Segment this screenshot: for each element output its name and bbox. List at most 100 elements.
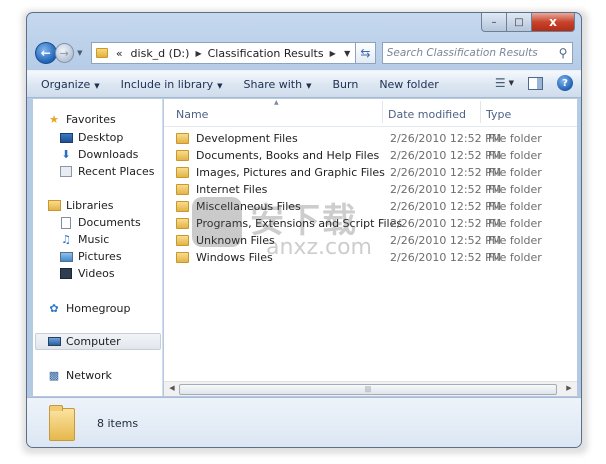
file-type: File folder (488, 166, 542, 179)
explorer-window: – □ x ← → ▼ « disk_d (D:) ▶ Classificati… (26, 12, 582, 448)
organize-menu[interactable]: Organize ▼ (41, 78, 100, 91)
folder-icon (176, 218, 189, 229)
minimize-button[interactable]: – (481, 13, 507, 32)
nav-item-recent-places[interactable]: Recent Places (59, 163, 155, 180)
preview-pane-icon[interactable] (528, 76, 543, 90)
folder-icon (49, 405, 75, 441)
star-icon: ★ (49, 113, 59, 126)
search-input[interactable]: Search Classification Results ⚲ (381, 42, 573, 64)
file-name[interactable]: Development Files (196, 132, 390, 145)
chevron-down-icon: ▼ (217, 81, 223, 90)
breadcrumb-disk[interactable]: disk_d (D:) (127, 47, 194, 60)
nav-favorites[interactable]: ★ Favorites (47, 111, 116, 128)
file-type: File folder (488, 251, 542, 264)
file-name[interactable]: Internet Files (196, 183, 390, 196)
nav-computer[interactable]: Computer (35, 333, 161, 350)
breadcrumb-current[interactable]: Classification Results (204, 47, 328, 60)
nav-item-documents[interactable]: Documents (59, 214, 141, 231)
forward-button[interactable]: → (54, 43, 75, 63)
nav-item-pictures[interactable]: Pictures (59, 248, 122, 265)
file-name[interactable]: Windows Files (196, 251, 390, 264)
file-row[interactable]: Images, Pictures and Graphic Files 2/26/2… (176, 164, 542, 181)
column-header-name[interactable]: Name (176, 108, 208, 121)
videos-icon (59, 268, 73, 280)
help-icon[interactable]: ? (557, 75, 573, 91)
column-header-date[interactable]: Date modified (388, 108, 466, 121)
file-type: File folder (488, 132, 542, 145)
arrow-left-icon: ← (40, 46, 51, 60)
nav-homegroup[interactable]: ✿ Homegroup (47, 300, 130, 317)
search-icon[interactable]: ⚲ (554, 46, 572, 60)
file-name[interactable]: Images, Pictures and Graphic Files (196, 166, 390, 179)
file-list: Name ▲ Date modified Type Development Fi… (164, 99, 577, 396)
caption-buttons: – □ x (481, 13, 575, 32)
library-icon (47, 200, 61, 212)
address-bar[interactable]: « disk_d (D:) ▶ Classification Results ▶… (90, 42, 357, 64)
recent-pages-dropdown[interactable]: ▼ (77, 49, 87, 57)
pictures-icon (59, 251, 73, 263)
file-date: 2/26/2010 12:52 PM (390, 132, 502, 145)
refresh-icon: ⇆ (360, 46, 371, 60)
folder-icon (176, 133, 189, 144)
views-icon[interactable]: ☰ (495, 76, 506, 90)
nav-item-videos[interactable]: Videos (59, 265, 115, 282)
navigation-pane: ★ Favorites Desktop ⬇ Downloads Recent Pla… (33, 99, 163, 396)
search-placeholder: Search Classification Results (386, 47, 538, 59)
views-dropdown-icon[interactable]: ▼ (509, 79, 514, 87)
file-row[interactable]: Miscellaneous Files 2/26/2010 12:52 PM Fil… (176, 198, 542, 215)
nav-item-desktop[interactable]: Desktop (59, 129, 123, 146)
folder-icon (95, 48, 108, 58)
file-date: 2/26/2010 12:52 PM (390, 234, 502, 247)
scroll-left-icon[interactable]: ◀ (166, 384, 178, 395)
address-row: ← → ▼ « disk_d (D:) ▶ Classification Res… (35, 40, 573, 66)
file-name[interactable]: Miscellaneous Files (196, 200, 390, 213)
nav-item-downloads[interactable]: ⬇ Downloads (59, 146, 138, 163)
include-in-library-menu[interactable]: Include in library ▼ (121, 78, 223, 91)
scroll-right-icon[interactable]: ▶ (563, 384, 575, 395)
share-with-menu[interactable]: Share with ▼ (244, 78, 312, 91)
details-pane: 8 items (27, 397, 581, 447)
item-count: 8 items (97, 417, 139, 430)
maximize-button[interactable]: □ (507, 13, 532, 32)
new-folder-button[interactable]: New folder (379, 78, 438, 91)
file-row[interactable]: Windows Files 2/26/2010 12:52 PM File fold… (176, 249, 542, 266)
column-divider[interactable] (382, 101, 383, 123)
file-row[interactable]: Programs, Extensions and Script Files 2/2… (176, 215, 542, 232)
scrollbar-thumb[interactable]: ||| (179, 384, 557, 395)
column-divider[interactable] (480, 101, 481, 123)
network-icon: ▩ (48, 369, 60, 382)
document-icon (59, 216, 73, 229)
address-dropdown-icon[interactable]: ▼ (339, 49, 355, 58)
column-header-type[interactable]: Type (486, 108, 511, 121)
refresh-button[interactable]: ⇆ (356, 42, 376, 64)
file-row[interactable]: Documents, Books and Help Files 2/26/2010… (176, 147, 542, 164)
file-row[interactable]: Development Files 2/26/2010 12:52 PM File … (176, 130, 542, 147)
nav-libraries[interactable]: Libraries (47, 197, 114, 214)
file-name[interactable]: Programs, Extensions and Script Files (196, 217, 402, 230)
chevron-right-icon[interactable]: ▶ (193, 49, 203, 58)
burn-button[interactable]: Burn (332, 78, 358, 91)
file-type: File folder (488, 149, 542, 162)
toolbar-right: ☰ ▼ ? (495, 75, 573, 91)
file-name[interactable]: Documents, Books and Help Files (196, 149, 390, 162)
folder-icon (176, 167, 189, 178)
nav-network[interactable]: ▩ Network (47, 367, 112, 384)
file-type: File folder (488, 234, 542, 247)
back-button[interactable]: ← (35, 42, 57, 64)
chevron-down-icon: ▼ (306, 81, 312, 90)
nav-item-music[interactable]: ♫ Music (59, 231, 109, 248)
breadcrumb-overflow[interactable]: « (112, 47, 127, 60)
command-bar: Organize ▼ Include in library ▼ Share with… (27, 70, 581, 98)
file-row[interactable]: Internet Files 2/26/2010 12:52 PM File fol… (176, 181, 542, 198)
file-date: 2/26/2010 12:52 PM (390, 149, 502, 162)
file-row[interactable]: Unknown Files 2/26/2010 12:52 PM File fold… (176, 232, 542, 249)
chevron-right-icon[interactable]: ▶ (328, 49, 338, 58)
horizontal-scrollbar[interactable]: ◀ ||| ▶ (164, 381, 577, 396)
close-button[interactable]: x (532, 13, 575, 32)
folder-icon (176, 150, 189, 161)
sort-ascending-icon: ▲ (274, 99, 279, 106)
file-name[interactable]: Unknown Files (196, 234, 390, 247)
downloads-icon: ⬇ (61, 148, 71, 161)
folder-icon (176, 252, 189, 263)
column-headers: Name ▲ Date modified Type (164, 99, 577, 127)
